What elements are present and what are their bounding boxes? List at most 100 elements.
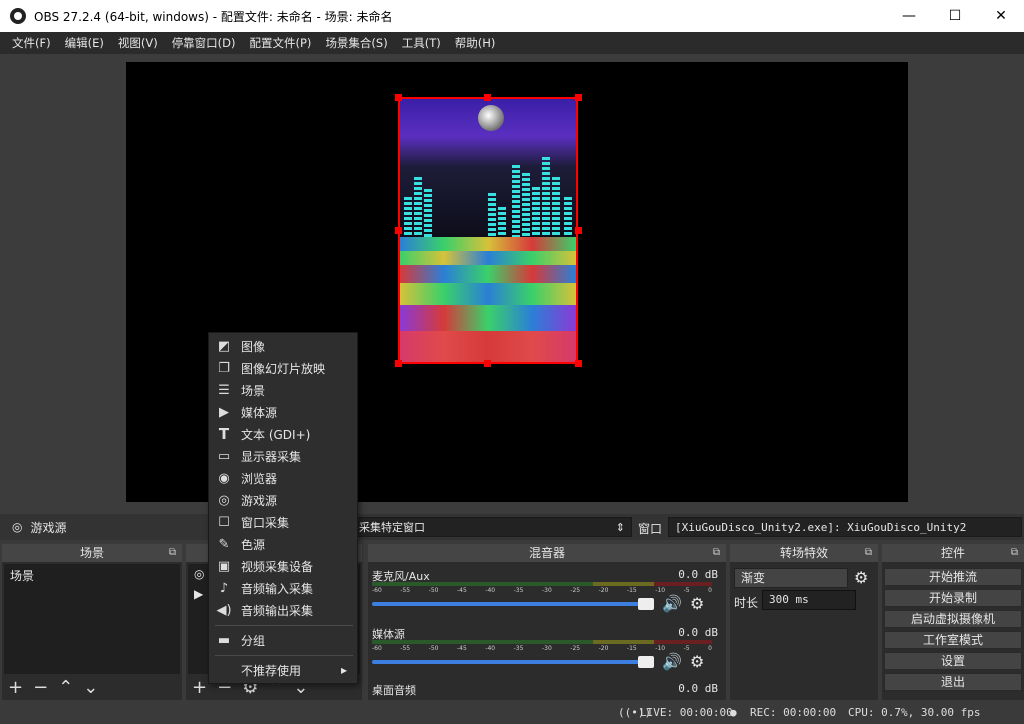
scenes-dock: 场景 ⧉ 场景 + − ⌃ ⌄ [2,544,182,700]
settings-button[interactable]: 设置 [884,652,1022,670]
start-streaming-button[interactable]: 开始推流 [884,568,1022,586]
transition-type-value: 渐变 [741,571,766,585]
menu-item-scene[interactable]: ☰ 场景 [209,379,357,401]
meter-scale: -60 -55 -50 -45 -40 -35 -30 -25 -20 -15 -10 -5 0 [372,645,712,652]
resize-handle[interactable] [395,94,402,101]
start-recording-button[interactable]: 开始录制 [884,589,1022,607]
title-bar: OBS 27.2.4 (64-bit, windows) - 配置文件: 未命名… [0,0,1024,32]
menu-item-image[interactable]: ◩ 图像 [209,335,357,357]
studio-mode-button[interactable]: 工作室模式 [884,631,1022,649]
mixer-track: 桌面音频 0.0 dB [372,682,724,698]
add-icon[interactable]: + [192,677,207,698]
menu-bar: 文件(F) 编辑(E) 视图(V) 停靠窗口(D) 配置文件(P) 场景集合(S… [0,32,1024,54]
transitions-dock: 转场特效 ⧉ 渐变 ⚙ 时长 300 ms [730,544,878,700]
disco-ball [478,105,504,131]
volume-meter [372,640,712,644]
capture-mode-select[interactable]: 采集特定窗口 ⇕ [352,517,632,537]
window-select[interactable]: [XiuGouDisco_Unity2.exe]: XiuGouDisco_Un… [668,517,1022,537]
float-dock-icon[interactable]: ⧉ [713,544,720,562]
minimize-button[interactable]: — [886,0,932,32]
game-capture-source[interactable] [398,97,578,364]
menu-item-deprecated[interactable]: 不推荐使用 ▸ [209,659,357,681]
menu-item-slideshow[interactable]: ❐ 图像幻灯片放映 [209,357,357,379]
menu-item-video-capture[interactable]: ▣ 视频采集设备 [209,555,357,577]
resize-handle[interactable] [575,227,582,234]
menu-separator [215,655,353,656]
scenes-title: 场景 [79,546,104,560]
microphone-icon: ♪ [219,580,229,596]
menu-item-color-source[interactable]: ✎ 色源 [209,533,357,555]
menu-file[interactable]: 文件(F) [12,35,51,51]
controls-title: 控件 [940,546,965,560]
window-title: OBS 27.2.4 (64-bit, windows) - 配置文件: 未命名… [34,9,393,24]
speaker-icon: ◀) [216,602,232,618]
menu-edit[interactable]: 编辑(E) [65,35,104,51]
gear-icon[interactable]: ⚙ [854,568,868,587]
resize-handle[interactable] [484,360,491,367]
duration-label: 时长 [734,596,759,610]
live-timer: LIVE: 00:00:00 [640,706,733,719]
menu-item-audio-output[interactable]: ◀) 音频输出采集 [209,599,357,621]
volume-slider-knob[interactable] [638,656,654,668]
window-label: 窗口 [638,522,663,536]
status-bar: ((•)) LIVE: 00:00:00 ● REC: 00:00:00 CPU… [0,700,1024,724]
volume-slider[interactable] [372,602,652,606]
close-button[interactable]: ✕ [978,0,1024,32]
window-value: [XiuGouDisco_Unity2.exe]: XiuGouDisco_Un… [675,520,967,534]
resize-handle[interactable] [575,360,582,367]
move-down-icon[interactable]: ⌄ [83,677,98,698]
monitor-icon: ▭ [217,448,231,464]
docks-area: 场景⧉ 场景 + − ⌃ ⌄ ⧉ ◎ ▶ + − ⚙ ⌃ ⌄ 混音器⧉ 麦克风/… [0,544,1024,700]
scene-list-icon: ☰ [218,382,230,398]
resize-handle[interactable] [484,94,491,101]
gamepad-icon: ◎ [218,492,230,508]
menu-item-group[interactable]: ▬ 分组 [209,629,357,651]
exit-button[interactable]: 退出 [884,673,1022,691]
track-db: 0.0 dB [678,682,718,695]
speaker-icon[interactable]: 🔊 [662,652,682,671]
scene-item[interactable]: 场景 [4,564,180,587]
volume-meter [372,582,712,586]
mixer-title: 混音器 [528,546,565,560]
selected-source-name: 游戏源 [30,520,67,535]
speaker-icon[interactable]: 🔊 [662,594,682,613]
menu-item-game-capture[interactable]: ◎ 游戏源 [209,489,357,511]
duration-spinbox[interactable]: 300 ms [762,590,856,610]
float-dock-icon[interactable]: ⧉ [865,544,872,562]
menu-help[interactable]: 帮助(H) [455,35,496,51]
menu-item-window-capture[interactable]: ☐ 窗口采集 [209,511,357,533]
add-icon[interactable]: + [8,677,23,698]
track-db: 0.0 dB [678,626,718,639]
duration-value: 300 ms [769,593,809,606]
meter-scale: -60 -55 -50 -45 -40 -35 -30 -25 -20 -15 -10 -5 0 [372,587,712,594]
move-up-icon[interactable]: ⌃ [58,677,73,698]
menu-item-media-source[interactable]: ▶ 媒体源 [209,401,357,423]
gear-icon[interactable]: ⚙ [690,594,704,613]
resize-handle[interactable] [395,360,402,367]
menu-item-audio-input[interactable]: ♪ 音频输入采集 [209,577,357,599]
menu-profile[interactable]: 配置文件(P) [250,35,312,51]
menu-item-browser[interactable]: ◉ 浏览器 [209,467,357,489]
resize-handle[interactable] [395,227,402,234]
gear-icon[interactable]: ⚙ [690,652,704,671]
remove-icon[interactable]: − [33,677,48,698]
volume-slider-knob[interactable] [638,598,654,610]
text-icon: T [218,425,230,443]
submenu-arrow-icon: ▸ [340,663,347,677]
float-dock-icon[interactable]: ⧉ [1011,544,1018,562]
start-virtual-camera-button[interactable]: 启动虚拟摄像机 [884,610,1022,628]
menu-scene-collection[interactable]: 场景集合(S) [325,35,387,51]
resize-handle[interactable] [575,94,582,101]
mixer-dock: 混音器 ⧉ 麦克风/Aux 0.0 dB -60 -55 -50 -45 -40 -35 -3… [368,544,726,700]
menu-tools[interactable]: 工具(T) [402,35,441,51]
float-dock-icon[interactable]: ⧉ [169,544,176,562]
maximize-button[interactable]: ☐ [932,0,978,32]
menu-item-display-capture[interactable]: ▭ 显示器采集 [209,445,357,467]
menu-item-text[interactable]: T 文本 (GDI+) [209,423,357,445]
menu-view[interactable]: 视图(V) [118,35,158,51]
volume-slider[interactable] [372,660,652,664]
menu-docks[interactable]: 停靠窗口(D) [172,35,236,51]
gamepad-icon: ◎ [12,520,23,534]
transition-type-select[interactable]: 渐变 [734,568,848,588]
mixer-track: 媒体源 0.0 dB -60 -55 -50 -45 -40 -35 -30 -25 -20 -1… [372,626,724,671]
